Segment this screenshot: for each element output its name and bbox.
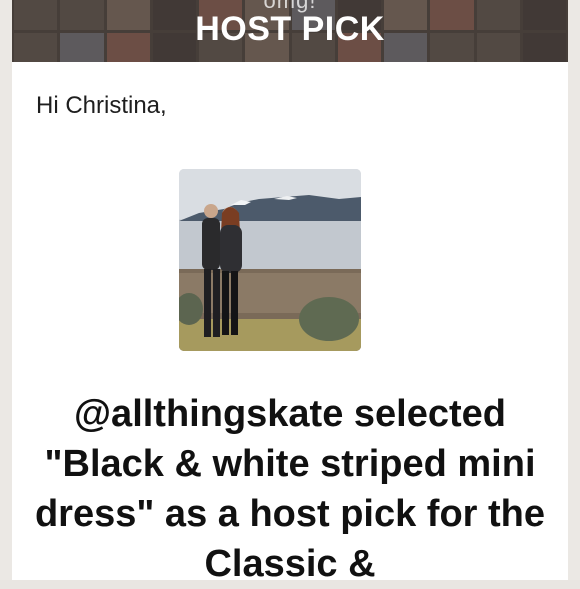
photo-illustration xyxy=(179,169,361,351)
greeting-text: Hi Christina, xyxy=(36,92,167,119)
host-profile-photo[interactable] xyxy=(179,169,361,351)
banner-title: HOST PICK xyxy=(195,10,385,48)
host-pick-banner: omg! HOST PICK xyxy=(12,0,568,62)
host-pick-headline: @allthingskate selected "Black & white s… xyxy=(34,393,546,585)
email-card: Hi Christina, @allthingskate selected "B… xyxy=(12,62,568,585)
page-background: omg! HOST PICK Hi Christina, @allthingsk… xyxy=(0,0,580,585)
